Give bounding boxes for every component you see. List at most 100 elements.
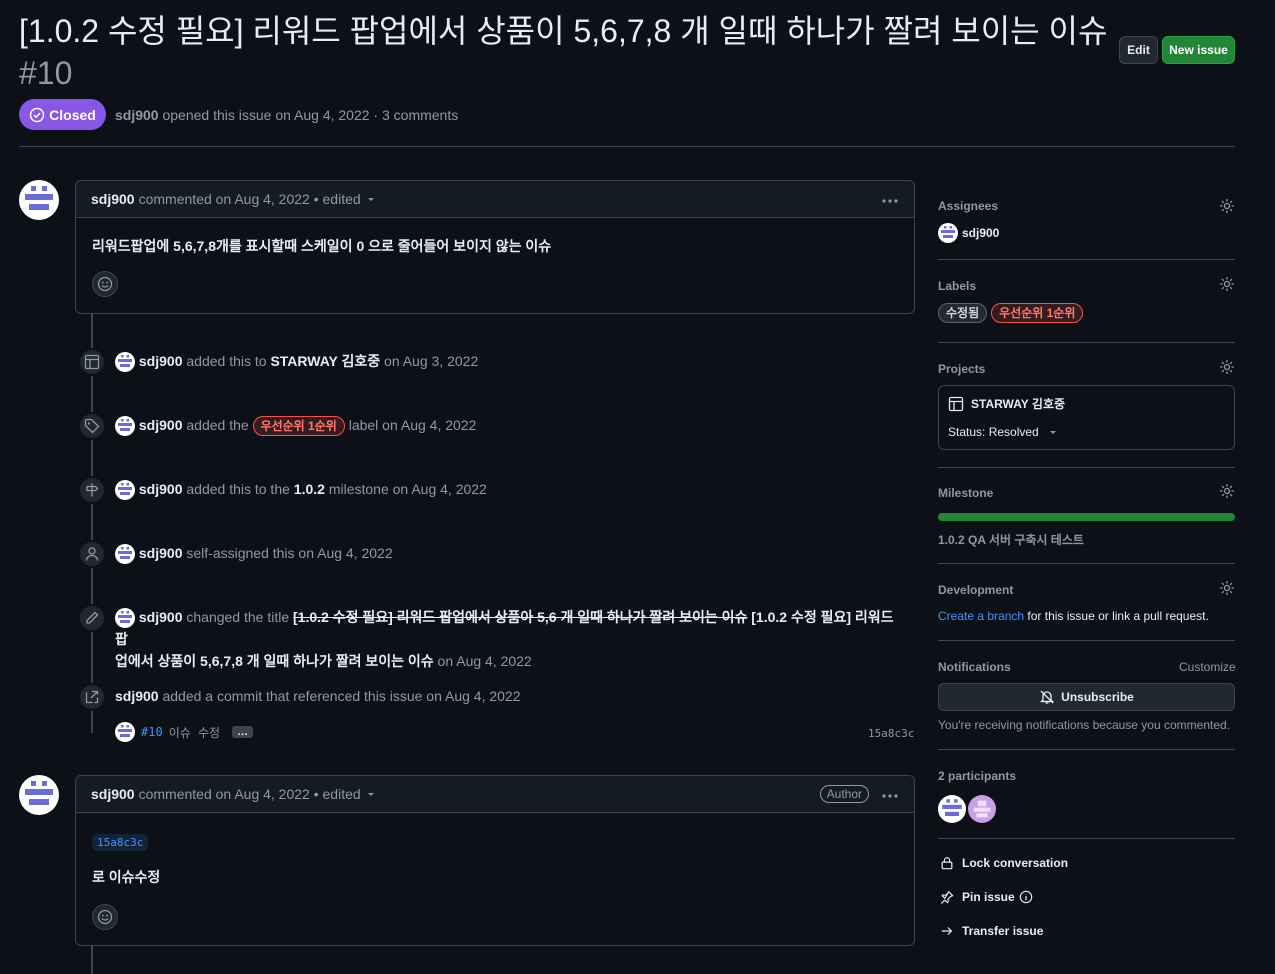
pin-issue-button[interactable]: Pin issue [940,890,1033,904]
issue-title: [1.0.2 수정 필요] 리워드 팝업에서 상품이 5,6,7,8 개 일때 … [19,13,1108,49]
project-status-dropdown[interactable]: Status: Resolved [948,425,1059,439]
sidebar-divider [938,259,1235,260]
avatar[interactable] [115,722,135,742]
commit-sha-link[interactable]: 15a8c3c [92,834,149,851]
commit-expand-button[interactable]: … [232,726,254,738]
event-time[interactable]: on Aug 3, 2022 [384,353,478,369]
issue-meta-text: opened this issue on Aug 4, 2022 · 3 com… [162,107,459,123]
identicon-icon [25,186,53,210]
transfer-issue-button[interactable]: Transfer issue [940,924,1043,938]
avatar[interactable] [115,480,135,501]
gear-icon[interactable] [1219,276,1235,292]
milestone-heading: Milestone [938,486,994,500]
avatar[interactable] [115,416,135,437]
issue-author-link[interactable]: sdj900 [115,107,159,123]
comment-meta[interactable]: commented on Aug 4, 2022 • edited [139,786,361,802]
label-priority[interactable]: 우선순위 1순위 [252,416,345,436]
event-actor[interactable]: sdj900 [139,609,183,625]
info-icon[interactable] [1019,890,1033,904]
comment-meta[interactable]: commented on Aug 4, 2022 • edited [139,191,361,207]
label-priority[interactable]: 우선순위 1순위 [991,303,1084,323]
labels-list: 수정됨 우선순위 1순위 [938,303,1084,323]
event-time[interactable]: milestone on Aug 4, 2022 [329,481,487,497]
event-rename: sdj900 changed the title [1.0.2 수정 필요] 리… [115,606,910,672]
project-icon [948,396,964,411]
pin-icon [940,890,954,904]
commit-issue-ref[interactable]: #10 [141,725,163,739]
development-text: Create a branch for this issue or link a… [938,609,1209,623]
event-text: added a commit that referenced this issu… [162,688,521,704]
event-time[interactable]: label on Aug 4, 2022 [349,417,477,433]
development-note: for this issue or link a pull request. [1027,609,1209,623]
event-actor[interactable]: sdj900 [139,545,183,561]
event-time[interactable]: on Aug 4, 2022 [438,653,532,669]
new-issue-button[interactable]: New issue [1162,36,1235,64]
caret-down-icon[interactable] [365,193,377,205]
avatar[interactable] [115,352,135,373]
comment-menu-icon[interactable] [881,786,899,802]
event-text: self-assigned this on Aug 4, 2022 [186,545,393,561]
old-title: [1.0.2 수정 필요] 리워드 팝업에서 상품아 5,6 개 일때 하나가 … [293,609,748,625]
assignees-heading: Assignees [938,199,999,213]
avatar[interactable] [115,544,135,565]
sidebar-divider [938,563,1235,564]
avatar[interactable] [115,608,135,629]
issue-state-badge: Closed [19,99,106,130]
gear-icon[interactable] [1219,198,1235,214]
unsubscribe-button[interactable]: Unsubscribe [938,683,1235,711]
timeline-line-bottom [91,945,93,974]
lock-icon [941,857,953,870]
event-assign: sdj900 self-assigned this on Aug 4, 2022 [115,542,393,565]
sidebar-divider [938,838,1235,839]
event-actor[interactable]: sdj900 [139,353,183,369]
sidebar-divider [938,640,1235,641]
gear-icon[interactable] [1219,359,1235,375]
labels-heading: Labels [938,279,977,293]
projects-heading: Projects [938,362,986,376]
lock-label: Lock conversation [962,856,1069,870]
issue-title-block: [1.0.2 수정 필요] 리워드 팝업에서 상품이 5,6,7,8 개 일때 … [19,10,1109,94]
avatar[interactable] [19,775,59,815]
person-icon [78,540,106,568]
gear-icon[interactable] [1219,580,1235,596]
assignee-item[interactable]: sdj900 [938,223,999,243]
event-commit: sdj900 added a commit that referenced th… [115,685,521,707]
identicon-icon [25,781,53,805]
transfer-label: Transfer issue [962,924,1044,938]
edit-button[interactable]: Edit [1119,36,1158,64]
comment-sha-row: 15a8c3c [76,813,914,851]
project-card: STARWAY 김호중 Status: Resolved [938,385,1235,450]
participant-avatar[interactable] [968,795,996,823]
add-reaction-button[interactable] [92,271,118,297]
customize-link[interactable]: Customize [1179,660,1236,674]
arrow-right-icon [941,927,953,935]
label-fixed[interactable]: 수정됨 [938,303,988,323]
event-actor[interactable]: sdj900 [139,481,183,497]
add-reaction-button[interactable] [92,904,118,930]
milestone-name[interactable]: 1.0.2 QA 서버 구축시 테스트 [938,531,1084,548]
commit-sha[interactable]: 15a8c3c [868,727,914,740]
avatar[interactable] [19,180,59,220]
lock-conversation-button[interactable]: Lock conversation [940,856,1068,870]
event-project-link[interactable]: STARWAY 김호중 [270,353,380,369]
commit-message[interactable]: 이슈 수정 [169,724,220,741]
event-actor[interactable]: sdj900 [139,417,183,433]
issue-meta: sdj900 opened this issue on Aug 4, 2022 … [115,107,458,123]
project-icon [78,348,106,376]
comment-menu-icon[interactable] [881,191,899,207]
project-link[interactable]: STARWAY 김호중 [948,395,1065,412]
project-status: Status: Resolved [948,425,1039,439]
milestone-icon [78,476,106,504]
create-branch-link[interactable]: Create a branch [938,609,1024,623]
event-milestone-link[interactable]: 1.0.2 [294,481,325,497]
comment-author[interactable]: sdj900 [91,786,135,802]
timeline-line [91,313,93,733]
comment-author[interactable]: sdj900 [91,191,135,207]
comment-header: sdj900 commented on Aug 4, 2022 • edited [76,181,914,218]
participant-avatar[interactable] [938,795,966,823]
sidebar-divider [938,467,1235,468]
comment-header: sdj900 commented on Aug 4, 2022 • edited… [76,776,914,813]
event-actor[interactable]: sdj900 [115,688,159,704]
caret-down-icon[interactable] [365,788,377,800]
gear-icon[interactable] [1219,483,1235,499]
